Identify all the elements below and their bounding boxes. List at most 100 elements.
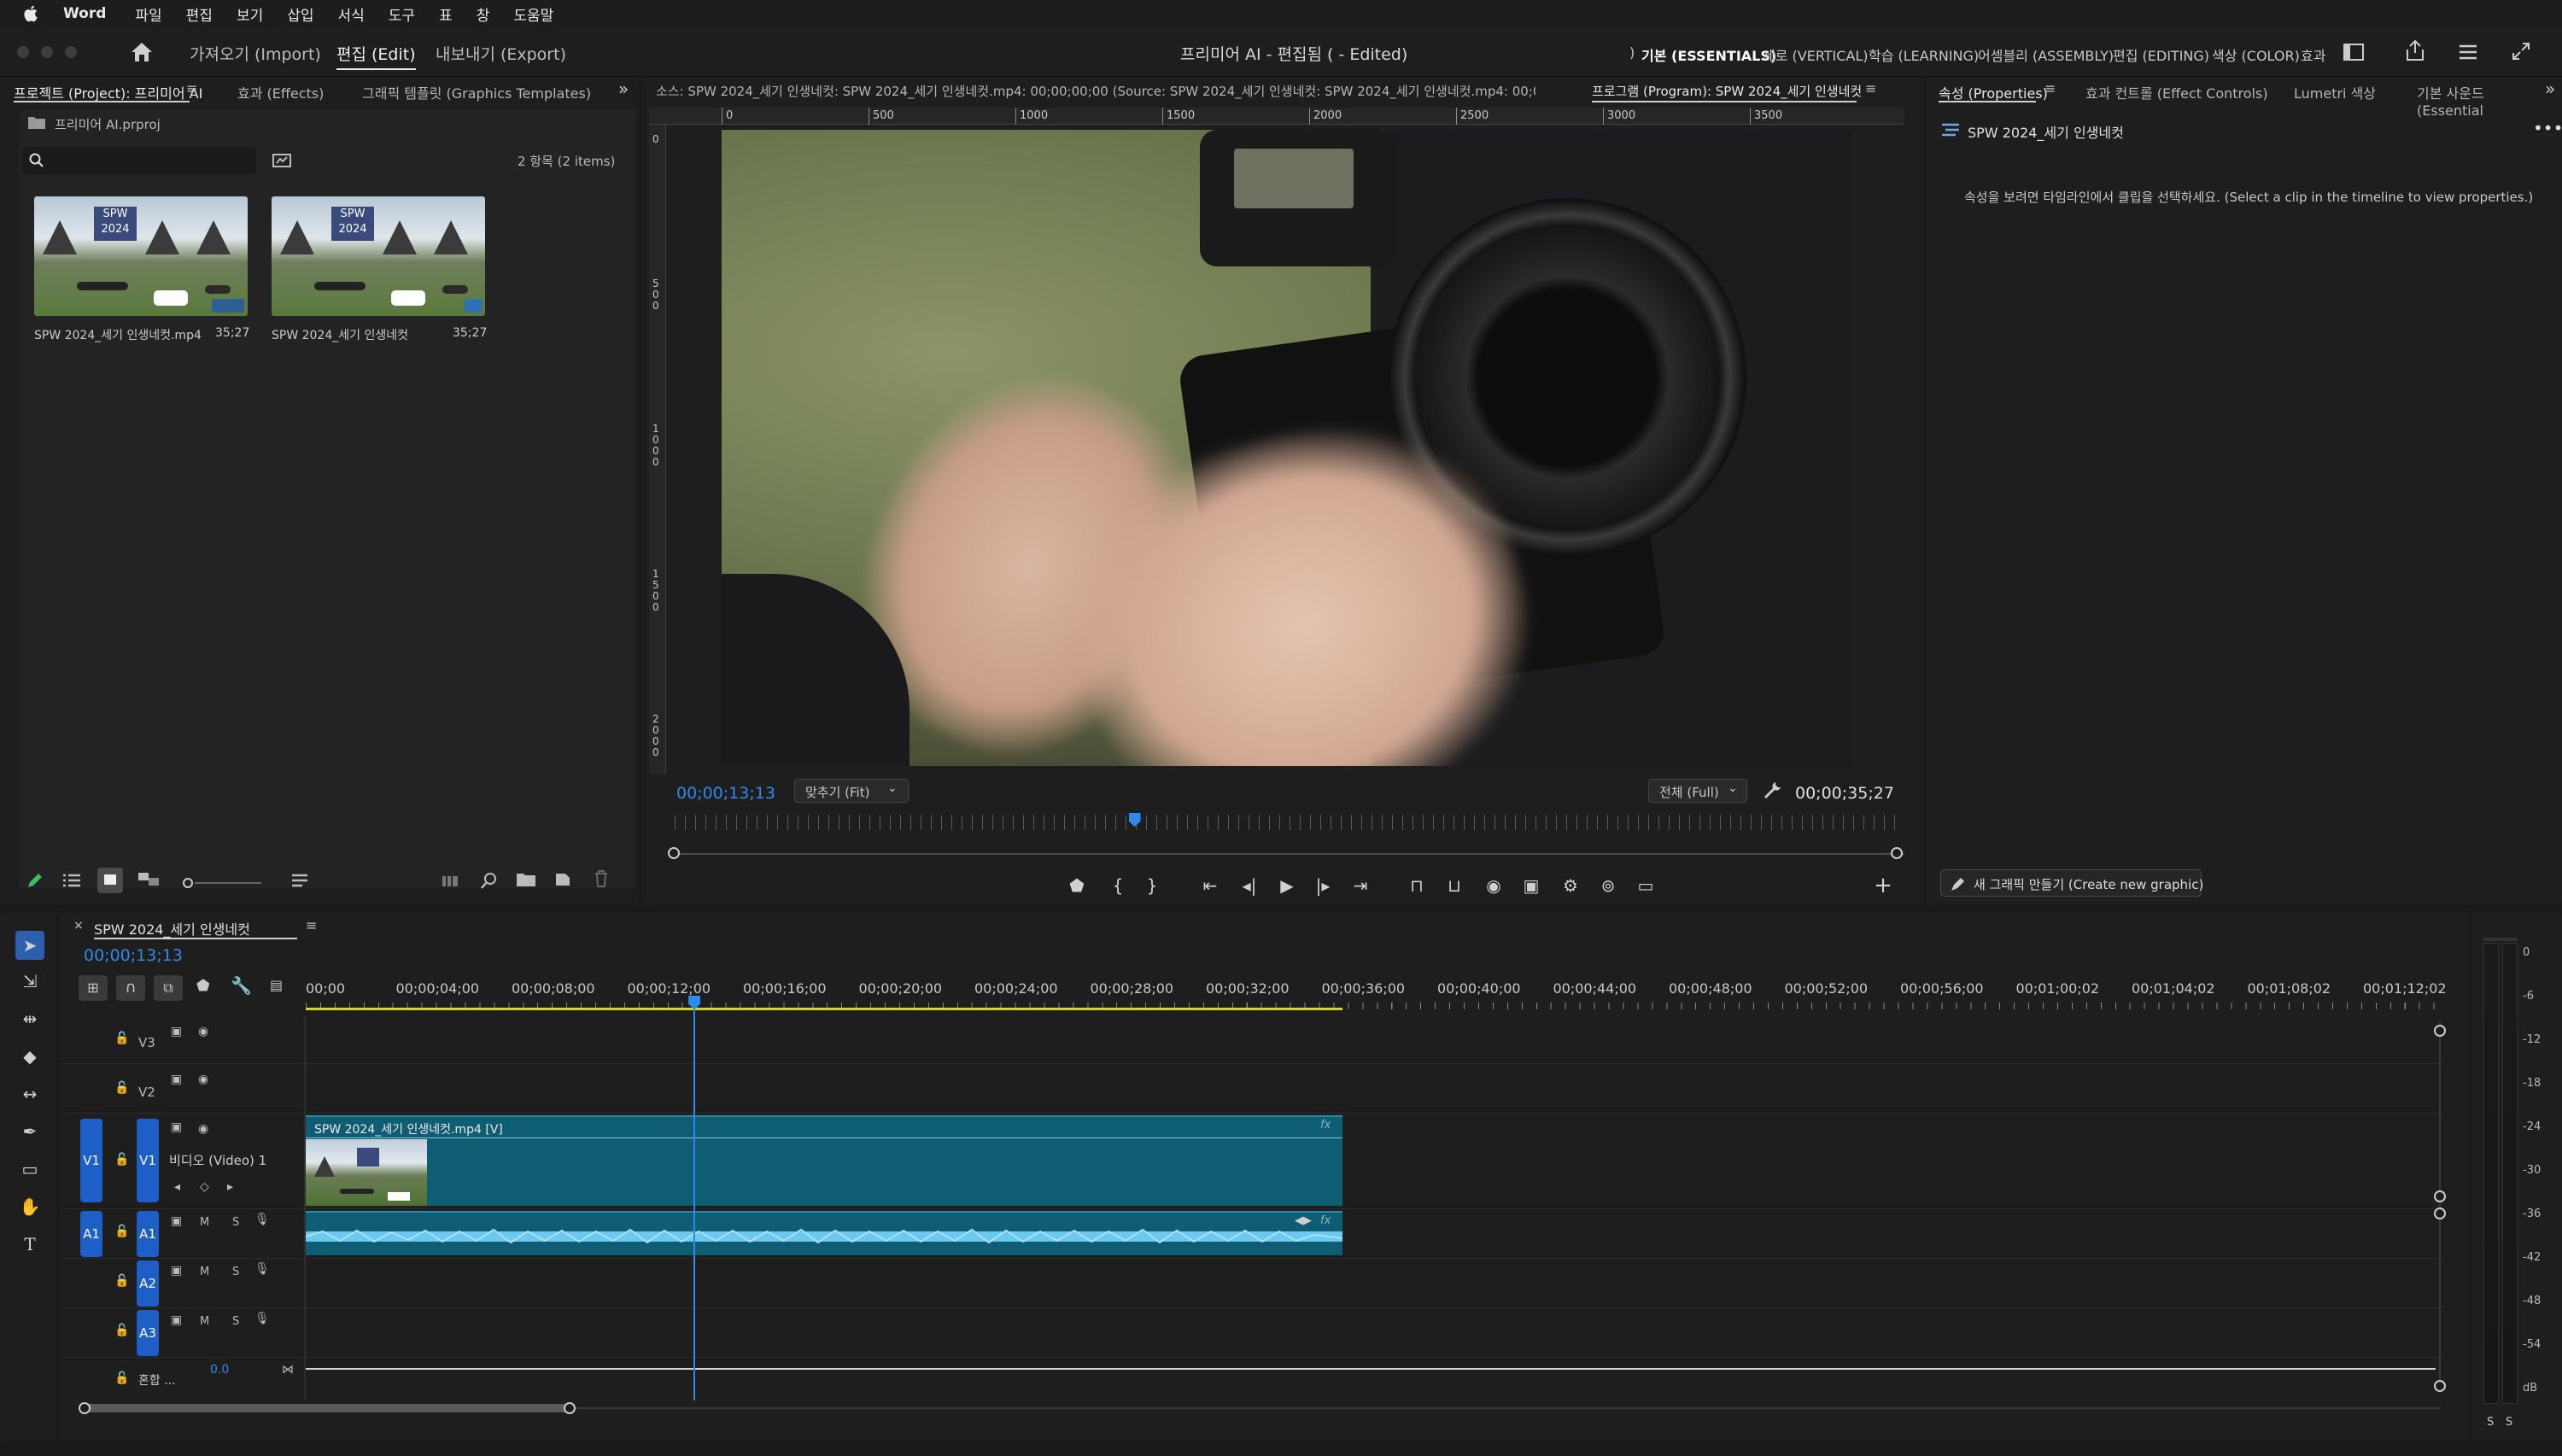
- freeform-view-icon[interactable]: [137, 871, 161, 890]
- share-icon[interactable]: [2405, 39, 2425, 61]
- lift-icon[interactable]: ⊓: [1406, 874, 1428, 897]
- import-tab[interactable]: 가져오기 (Import): [190, 42, 321, 65]
- pencil-icon[interactable]: [26, 871, 44, 890]
- workspace-color[interactable]: 색상 (COLOR): [2212, 44, 2300, 65]
- timeline-settings-icon[interactable]: 🔧: [231, 975, 252, 996]
- menu-tools[interactable]: 도구: [389, 3, 415, 25]
- sync-lock-icon[interactable]: ▣: [171, 1313, 182, 1327]
- track-target-a3[interactable]: A3: [137, 1310, 159, 1356]
- comparison-view-icon[interactable]: ▣: [1520, 874, 1542, 897]
- bin-filter-icon[interactable]: [272, 152, 292, 169]
- workspace-assembly[interactable]: 어셈블리 (ASSEMBLY): [1978, 44, 2114, 65]
- linked-selection-icon[interactable]: ⧉: [154, 975, 183, 1001]
- zoom-bar-left-handle[interactable]: [668, 847, 680, 859]
- proxy-toggle-icon[interactable]: ⚙: [1559, 874, 1582, 897]
- add-marker-icon[interactable]: ⬟: [196, 977, 210, 995]
- more-tabs-icon[interactable]: »: [2545, 79, 2555, 99]
- menu-help[interactable]: 도움말: [513, 3, 553, 25]
- minimize-window-button[interactable]: [41, 46, 53, 58]
- menu-icon[interactable]: [2458, 43, 2478, 61]
- tab-effect-controls[interactable]: 효과 컨트롤 (Effect Controls): [2085, 82, 2268, 102]
- snap-icon[interactable]: ∩: [116, 975, 145, 1001]
- zoom-slider[interactable]: [195, 882, 261, 884]
- menu-app-name[interactable]: Word: [63, 5, 106, 22]
- lock-icon[interactable]: 🔓: [114, 1274, 129, 1288]
- mic-icon[interactable]: 🎙: [254, 1262, 270, 1276]
- type-tool-icon[interactable]: T: [15, 1230, 44, 1259]
- maximize-window-button[interactable]: [65, 46, 77, 58]
- meter-channel-label[interactable]: S: [2506, 1416, 2512, 1429]
- program-video-frame[interactable]: [722, 130, 1853, 766]
- video-clip[interactable]: SPW 2024_세기 인생네컷.mp4 [V] fx: [306, 1115, 1342, 1206]
- eye-icon[interactable]: ◉: [198, 1025, 208, 1038]
- lock-icon[interactable]: 🔓: [114, 1324, 129, 1337]
- rectangle-tool-icon[interactable]: ▭: [15, 1155, 44, 1184]
- track-target-label[interactable]: V3: [138, 1035, 155, 1050]
- tab-lumetri-color[interactable]: Lumetri 색상: [2294, 82, 2376, 102]
- eye-icon[interactable]: ◉: [198, 1073, 208, 1086]
- step-back-icon[interactable]: ◂|: [1238, 874, 1261, 897]
- zoom-slider-handle[interactable]: [183, 878, 193, 888]
- menu-window[interactable]: 창: [477, 3, 490, 25]
- sync-lock-icon[interactable]: ▣: [171, 1073, 182, 1086]
- new-item-icon[interactable]: [553, 869, 572, 888]
- tab-properties[interactable]: 속성 (Properties): [1939, 82, 2048, 102]
- button-editor-icon[interactable]: +: [1872, 874, 1894, 897]
- automate-sequence-icon[interactable]: [441, 873, 461, 888]
- media-thumbnail[interactable]: SPW 2024: [34, 196, 248, 316]
- sort-icon[interactable]: [290, 873, 309, 888]
- solo-button[interactable]: S: [232, 1315, 239, 1328]
- fit-dropdown[interactable]: 맞추기 (Fit) ⌄: [794, 779, 909, 803]
- mix-go-icon[interactable]: ⋈: [282, 1363, 294, 1377]
- tab-essential-sound[interactable]: 기본 사운드 (Essential: [2417, 82, 2543, 119]
- track-scroll-handle[interactable]: [2434, 1025, 2446, 1037]
- scroll-left-handle[interactable]: [79, 1402, 91, 1414]
- track-scroll-handle[interactable]: [2434, 1380, 2446, 1392]
- lock-icon[interactable]: 🔓: [114, 1371, 129, 1385]
- track-target-a2[interactable]: A2: [137, 1260, 159, 1307]
- mute-button[interactable]: M: [200, 1216, 209, 1229]
- selection-tool-icon[interactable]: ➤: [15, 931, 44, 960]
- tab-effects[interactable]: 효과 (Effects): [237, 82, 324, 102]
- sync-lock-icon[interactable]: ▣: [171, 1264, 182, 1278]
- timeline-horizontal-scrollbar[interactable]: [84, 1404, 570, 1412]
- fx-badge[interactable]: fx: [1320, 1119, 1331, 1131]
- close-sequence-icon[interactable]: ×: [73, 919, 84, 933]
- meter-channel-label[interactable]: S: [2487, 1416, 2494, 1429]
- safe-margins-icon[interactable]: ▭: [1635, 874, 1657, 897]
- track-target-v1[interactable]: V1: [137, 1119, 159, 1202]
- nest-toggle-icon[interactable]: ⊞: [79, 975, 108, 1001]
- zoom-bar-right-handle[interactable]: [1891, 847, 1903, 859]
- prev-keyframe-icon[interactable]: ◂: [174, 1180, 180, 1194]
- source-monitor-title[interactable]: 소스: SPW 2024_세기 인생네컷: SPW 2024_세기 인생네컷.m…: [656, 82, 1535, 100]
- audio-effects-icon[interactable]: ◀▶: [1295, 1214, 1312, 1227]
- more-options-icon[interactable]: •••: [2533, 118, 2562, 138]
- tab-graphics-templates[interactable]: 그래픽 템플릿 (Graphics Templates): [362, 82, 591, 102]
- captions-icon[interactable]: ▤: [270, 977, 283, 993]
- razor-tool-icon[interactable]: ◆: [15, 1042, 44, 1071]
- workspace-essentials[interactable]: 기본 (ESSENTIALS): [1641, 44, 1776, 65]
- track-target-label[interactable]: V2: [138, 1085, 155, 1100]
- lock-icon[interactable]: 🔓: [114, 1153, 129, 1167]
- project-panel-menu-icon[interactable]: ≡: [186, 80, 197, 96]
- camera-icon[interactable]: ◉: [1483, 874, 1505, 897]
- step-forward-icon[interactable]: |▸: [1312, 874, 1334, 897]
- sequence-thumbnail[interactable]: SPW 2024: [272, 196, 485, 316]
- home-icon[interactable]: [130, 41, 154, 63]
- tab-project[interactable]: 프로젝트 (Project): 프리미어 AI: [14, 82, 202, 102]
- panel-layout-icon[interactable]: [2343, 43, 2364, 61]
- search-input[interactable]: [22, 147, 256, 174]
- pen-tool-icon[interactable]: ✒: [15, 1117, 44, 1146]
- solo-button[interactable]: S: [232, 1216, 239, 1229]
- menu-table[interactable]: 표: [439, 3, 453, 25]
- next-keyframe-icon[interactable]: ▸: [227, 1180, 233, 1194]
- lock-icon[interactable]: 🔓: [114, 1225, 129, 1238]
- program-zoom-bar[interactable]: [675, 853, 1904, 855]
- properties-menu-icon[interactable]: ≡: [2044, 80, 2056, 96]
- export-tab[interactable]: 내보내기 (Export): [436, 42, 566, 65]
- trash-icon[interactable]: [593, 869, 610, 888]
- more-tabs-icon[interactable]: »: [618, 79, 629, 99]
- sync-lock-icon[interactable]: ▣: [171, 1025, 182, 1038]
- icon-view-button[interactable]: [97, 868, 123, 893]
- source-patch-a1[interactable]: A1: [80, 1211, 102, 1257]
